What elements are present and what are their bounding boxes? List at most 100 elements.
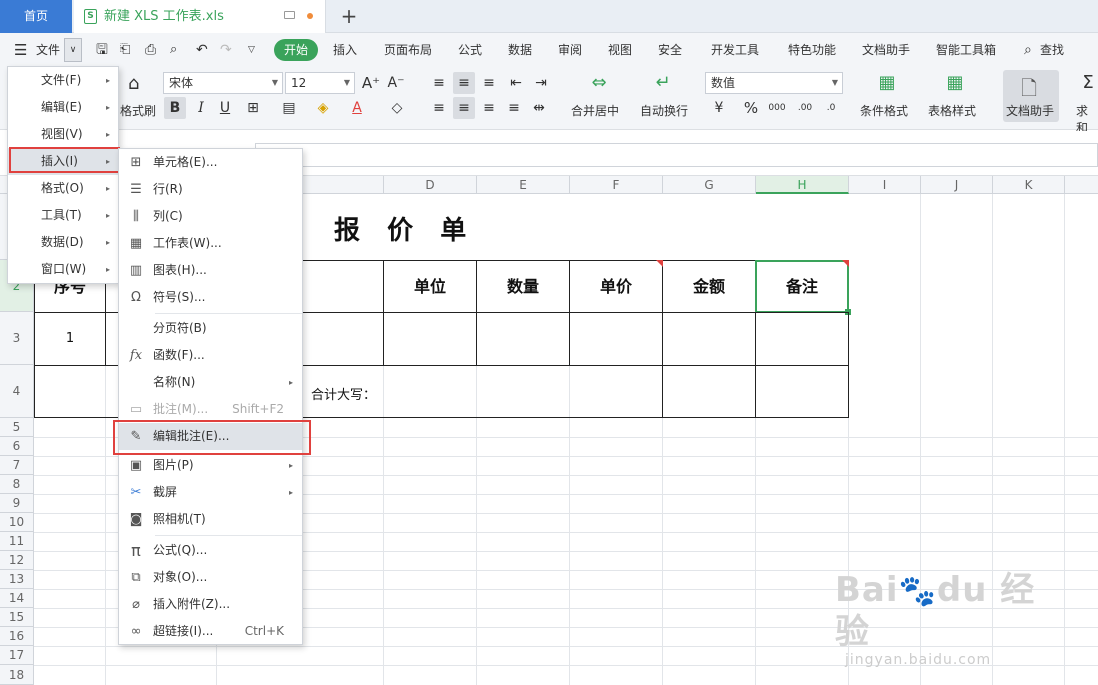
menu-view[interactable]: 视图 <box>608 33 632 67</box>
cell-d3[interactable] <box>383 312 477 366</box>
insert-item-object[interactable]: ⧉ 对象(O)... <box>119 564 302 591</box>
row-header-16[interactable]: 16 <box>0 627 34 646</box>
row-header-4[interactable]: 4 <box>0 365 34 418</box>
redo-icon[interactable]: ↷ <box>220 33 232 67</box>
menu-smart-toolbox[interactable]: 智能工具箱 <box>936 33 996 67</box>
align-middle-icon[interactable]: ≡ <box>453 72 475 94</box>
format-painter-button[interactable]: 格式刷 <box>120 102 156 119</box>
print-preview-icon[interactable]: ⌕ <box>170 33 177 67</box>
insert-item-formula[interactable]: π 公式(Q)... <box>119 537 302 564</box>
align-center-icon[interactable]: ≡ <box>453 97 475 119</box>
insert-item-picture[interactable]: ▣ 图片(P) ▸ <box>119 452 302 479</box>
menu-insert[interactable]: 插入 <box>333 33 357 67</box>
font-color-icon[interactable]: A <box>346 97 368 119</box>
file-menu-item-edit[interactable]: 编辑(E) ▸ <box>8 94 118 121</box>
font-size-select[interactable]: 12 ▼ <box>285 72 355 94</box>
file-menu-item-view[interactable]: 视图(V) ▸ <box>8 121 118 148</box>
justify-icon[interactable]: ≡ <box>503 97 525 119</box>
column-header-j[interactable]: J <box>921 176 993 194</box>
column-header-f[interactable]: F <box>570 176 663 194</box>
table-style-button[interactable]: 表格样式 <box>928 102 976 119</box>
indent-decrease-icon[interactable]: ⇤ <box>505 72 527 94</box>
merge-cells-icon[interactable]: ⇔ <box>588 72 610 94</box>
table-style-icon[interactable]: ▦ <box>944 72 966 94</box>
decrease-font-icon[interactable]: A⁻ <box>385 72 407 94</box>
increase-font-icon[interactable]: A⁺ <box>360 72 382 94</box>
row-header-12[interactable]: 12 <box>0 551 34 570</box>
doc-helper-button[interactable]: 🗋 文档助手 <box>1003 70 1059 122</box>
formula-input[interactable] <box>255 143 1098 167</box>
menu-page-layout[interactable]: 页面布局 <box>384 33 432 67</box>
insert-item-worksheet[interactable]: ▦ 工作表(W)... <box>119 230 302 257</box>
column-header-k[interactable]: K <box>993 176 1065 194</box>
insert-item-chart[interactable]: ▥ 图表(H)... <box>119 257 302 284</box>
tab-document[interactable]: S 新建 XLS 工作表.xls <box>74 0 326 33</box>
menu-review[interactable]: 审阅 <box>558 33 582 67</box>
new-tab-button[interactable]: + <box>338 3 360 29</box>
column-header-h[interactable]: H <box>756 176 849 194</box>
cell-g4[interactable] <box>662 365 756 418</box>
indent-increase-icon[interactable]: ⇥ <box>530 72 552 94</box>
row-header-3[interactable]: 3 <box>0 312 34 365</box>
wrap-text-icon[interactable]: ↵ <box>652 72 674 94</box>
hamburger-icon[interactable]: ☰ <box>14 33 27 67</box>
menu-data[interactable]: 数据 <box>508 33 532 67</box>
underline-button[interactable]: U <box>214 97 236 119</box>
row-header-8[interactable]: 8 <box>0 475 34 494</box>
file-menu-item-file[interactable]: 文件(F) ▸ <box>8 67 118 94</box>
increase-decimal-icon[interactable]: .00 <box>794 97 816 119</box>
cell-fill-icon[interactable]: ▤ <box>278 97 300 119</box>
search-button[interactable]: 查找 <box>1040 33 1064 67</box>
menu-formula[interactable]: 公式 <box>458 33 482 67</box>
insert-item-name[interactable]: 名称(N) ▸ <box>119 369 302 396</box>
distribute-icon[interactable]: ⇹ <box>528 97 550 119</box>
cell-g3[interactable] <box>662 312 756 366</box>
insert-item-symbol[interactable]: Ω 符号(S)... <box>119 284 302 311</box>
undo-icon[interactable]: ↶ <box>196 33 208 67</box>
align-left-icon[interactable]: ≡ <box>428 97 450 119</box>
align-right-icon[interactable]: ≡ <box>478 97 500 119</box>
insert-item-attachment[interactable]: ⌀ 插入附件(Z)... <box>119 591 302 618</box>
column-header-e[interactable]: E <box>477 176 570 194</box>
column-header-g[interactable]: G <box>663 176 756 194</box>
menu-start[interactable]: 开始 <box>274 39 318 61</box>
align-bottom-icon[interactable]: ≡ <box>478 72 500 94</box>
row-header-14[interactable]: 14 <box>0 589 34 608</box>
cell-e3[interactable] <box>476 312 570 366</box>
merge-center-button[interactable]: 合并居中 <box>571 102 619 119</box>
menu-developer[interactable]: 开发工具 <box>711 33 759 67</box>
file-menu-item-format[interactable]: 格式(O) ▸ <box>8 175 118 202</box>
quick-access-chevron-icon[interactable]: ▽ <box>248 33 255 67</box>
header-cell-unit[interactable]: 单位 <box>383 260 477 313</box>
conditional-format-icon[interactable]: ▦ <box>876 72 898 94</box>
row-header-10[interactable]: 10 <box>0 513 34 532</box>
conditional-format-button[interactable]: 条件格式 <box>860 102 908 119</box>
percent-icon[interactable]: % <box>740 97 762 119</box>
fill-color-icon[interactable]: ◈ <box>312 97 334 119</box>
tab-home[interactable]: 首页 <box>0 0 72 33</box>
format-painter-icon[interactable]: ⌂ <box>128 73 139 94</box>
insert-item-hyperlink[interactable]: ∞ 超链接(I)... Ctrl+K <box>119 618 302 645</box>
insert-item-camera[interactable]: ◙ 照相机(T) <box>119 506 302 533</box>
row-header-15[interactable]: 15 <box>0 608 34 627</box>
row-header-9[interactable]: 9 <box>0 494 34 513</box>
borders-icon[interactable]: ⊞ <box>242 97 264 119</box>
column-header-d[interactable]: D <box>384 176 477 194</box>
cell-h3[interactable] <box>755 312 849 366</box>
sum-icon[interactable]: Σ <box>1077 72 1098 94</box>
row-header-13[interactable]: 13 <box>0 570 34 589</box>
row-header-11[interactable]: 11 <box>0 532 34 551</box>
file-menu-button[interactable]: 文件 <box>36 33 60 67</box>
cell-a3[interactable]: 1 <box>34 312 106 366</box>
column-header-i[interactable]: I <box>849 176 921 194</box>
insert-item-screenshot[interactable]: ✂ 截屏 ▸ <box>119 479 302 506</box>
clear-icon[interactable]: ◇ <box>386 97 408 119</box>
menu-security[interactable]: 安全 <box>658 33 682 67</box>
insert-item-row[interactable]: ☰ 行(R) <box>119 176 302 203</box>
insert-item-column[interactable]: ⫼ 列(C) <box>119 203 302 230</box>
search-icon[interactable]: ⌕ <box>1024 33 1032 67</box>
decrease-decimal-icon[interactable]: .0 <box>820 97 842 119</box>
file-menu-item-data[interactable]: 数据(D) ▸ <box>8 229 118 256</box>
row-header-6[interactable]: 6 <box>0 437 34 456</box>
bold-button[interactable]: B <box>164 97 186 119</box>
